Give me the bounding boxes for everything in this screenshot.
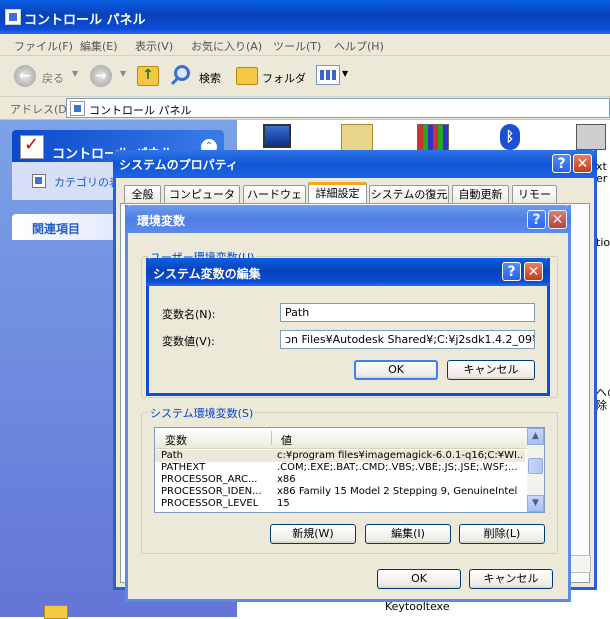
menu-edit[interactable]: 編集(E)	[80, 38, 118, 54]
bluetooth-icon[interactable]: ᛒ	[500, 124, 520, 150]
back-dropdown-icon[interactable]: ▼	[72, 69, 78, 78]
forward-dropdown-icon[interactable]: ▼	[120, 69, 126, 78]
tab-system-restore[interactable]: システムの復元	[369, 185, 449, 203]
views-dropdown-icon[interactable]: ▼	[342, 69, 348, 78]
table-row[interactable]: PROCESSOR_LEVEL 15	[155, 498, 525, 510]
item-label-fragment: er	[596, 172, 608, 185]
column-header-value[interactable]: 値	[281, 432, 292, 448]
display-icon[interactable]	[263, 124, 291, 148]
variable-value-label: 変数値(V):	[162, 335, 215, 348]
table-row[interactable]: PROCESSOR_ARC... x86	[155, 474, 525, 486]
folder-options-icon[interactable]	[341, 124, 373, 152]
search-icon-handle	[170, 77, 179, 86]
category-view-icon	[32, 174, 46, 188]
table-row[interactable]: PROCESSOR_IDEN... x86 Family 15 Model 2 …	[155, 486, 525, 498]
menu-bar: ファイル(F) 編集(E) 表示(V) お気に入り(A) ツール(T) ヘルプ(…	[0, 34, 610, 56]
scroll-up-arrow-icon[interactable]: ▲	[527, 428, 544, 445]
variable-value-cell: x86	[277, 474, 296, 485]
back-label[interactable]: 戻る	[42, 70, 64, 86]
up-folder-icon[interactable]: ↑	[137, 66, 159, 86]
variable-value-cell: c:¥program files¥imagemagick-6.0.1-q16;C…	[277, 450, 522, 461]
search-label[interactable]: 検索	[199, 70, 221, 86]
scroll-thumb[interactable]	[528, 458, 543, 474]
address-bar: アドレス(D) コントロール パネル	[0, 97, 610, 120]
scroll-down-arrow-icon[interactable]: ▼	[527, 495, 544, 512]
fonts-icon[interactable]	[417, 124, 449, 152]
window-title: コントロール パネル	[24, 13, 146, 28]
variable-value-cell: 15	[277, 498, 290, 509]
related-topics-title: 関連項目	[32, 222, 81, 236]
address-value: コントロール パネル	[89, 104, 192, 117]
toolbar: ← 戻る ▼ → ▼ ↑ 検索 フォルダ ▼	[0, 56, 610, 97]
help-button[interactable]: ?	[552, 154, 571, 173]
variable-name-cell: PATHEXT	[161, 462, 206, 473]
ok-button[interactable]: OK	[377, 569, 461, 589]
variable-name-cell: Path	[161, 450, 183, 461]
ok-button[interactable]: OK	[354, 360, 438, 380]
folders-icon[interactable]	[236, 67, 258, 85]
variable-name-field[interactable]: Path	[280, 303, 535, 322]
menu-favorites[interactable]: お気に入り(A)	[191, 38, 262, 54]
menu-help[interactable]: ヘルプ(H)	[334, 38, 384, 54]
window-titlebar[interactable]: コントロール パネル	[0, 0, 610, 34]
delete-variable-button[interactable]: 削除(L)	[459, 524, 545, 544]
system-properties-title: システムのプロパティ	[119, 158, 238, 172]
back-arrow-icon[interactable]: ←	[14, 65, 36, 87]
edit-variable-button[interactable]: 編集(I)	[365, 524, 451, 544]
control-panel-icon	[70, 101, 85, 116]
checklist-icon: ✓	[20, 134, 44, 159]
views-icon[interactable]	[316, 65, 340, 85]
close-button[interactable]: ✕	[548, 210, 567, 229]
cancel-button[interactable]: キャンセル	[447, 360, 535, 380]
env-vars-titlebar[interactable]: 環境変数 ? ✕	[125, 205, 571, 233]
variable-name-cell: PROCESSOR_ARC...	[161, 474, 258, 485]
table-row[interactable]: Path c:¥program files¥imagemagick-6.0.1-…	[155, 450, 525, 462]
table-row[interactable]: PATHEXT .COM;.EXE;.BAT;.CMD;.VBS;.VBE;.J…	[155, 462, 525, 474]
tab-hardware[interactable]: ハードウェア	[243, 185, 306, 218]
keyboard-icon[interactable]	[576, 124, 606, 150]
folders-label[interactable]: フォルダ	[262, 70, 306, 86]
variable-name-cell: PROCESSOR_IDEN...	[161, 486, 262, 497]
menu-tools[interactable]: ツール(T)	[273, 38, 321, 54]
forward-arrow-icon[interactable]: →	[90, 65, 112, 87]
tab-general[interactable]: 全般	[124, 185, 161, 203]
column-header-variable[interactable]: 変数	[165, 432, 187, 448]
edit-variable-titlebar[interactable]: システム変数の編集 ? ✕	[146, 258, 550, 286]
new-variable-button[interactable]: 新規(W)	[270, 524, 356, 544]
tab-computer-name[interactable]: コンピュータ名	[164, 185, 240, 218]
list-header: 変数 値	[155, 428, 527, 449]
tab-remote[interactable]: リモート	[512, 185, 557, 218]
menu-file[interactable]: ファイル(F)	[14, 38, 73, 54]
variable-value-field[interactable]: ɔn Files¥Autodesk Shared¥;C:¥j2sdk1.4.2_…	[280, 330, 535, 349]
system-properties-titlebar[interactable]: システムのプロパティ ? ✕	[113, 150, 597, 178]
close-button[interactable]: ✕	[524, 262, 543, 281]
system-vars-list[interactable]: 変数 値 Path c:¥program files¥imagemagick-6…	[154, 427, 545, 513]
menu-view[interactable]: 表示(V)	[135, 38, 173, 54]
system-vars-group-label: システム環境変数(S)	[148, 405, 256, 421]
address-field[interactable]: コントロール パネル	[66, 98, 610, 118]
address-label: アドレス(D)	[10, 103, 72, 116]
edit-variable-title: システム変数の編集	[153, 267, 261, 281]
variable-name-cell: PROCESSOR_LEVEL	[161, 498, 259, 509]
help-button[interactable]: ?	[502, 262, 521, 281]
variable-value-cell: x86 Family 15 Model 2 Stepping 9, Genuin…	[277, 486, 518, 497]
help-button[interactable]: ?	[527, 210, 546, 229]
list-scrollbar[interactable]: ▲ ▼	[527, 428, 544, 512]
switch-to-category-view-link[interactable]: カテゴリの表	[54, 174, 120, 190]
env-vars-title: 環境変数	[137, 214, 186, 228]
variable-name-label: 変数名(N):	[162, 308, 216, 321]
control-panel-icon	[5, 9, 21, 25]
item-label-fragment: tio	[596, 236, 610, 249]
variable-value-cell: .COM;.EXE;.BAT;.CMD;.VBS;.VBE;.JS;.JSE;.…	[277, 462, 518, 473]
item-label-fragment: 除	[596, 399, 607, 412]
close-button[interactable]: ✕	[573, 154, 592, 173]
tab-auto-update[interactable]: 自動更新	[452, 185, 509, 203]
cancel-button[interactable]: キャンセル	[469, 569, 553, 589]
tab-advanced[interactable]: 詳細設定	[308, 182, 367, 203]
